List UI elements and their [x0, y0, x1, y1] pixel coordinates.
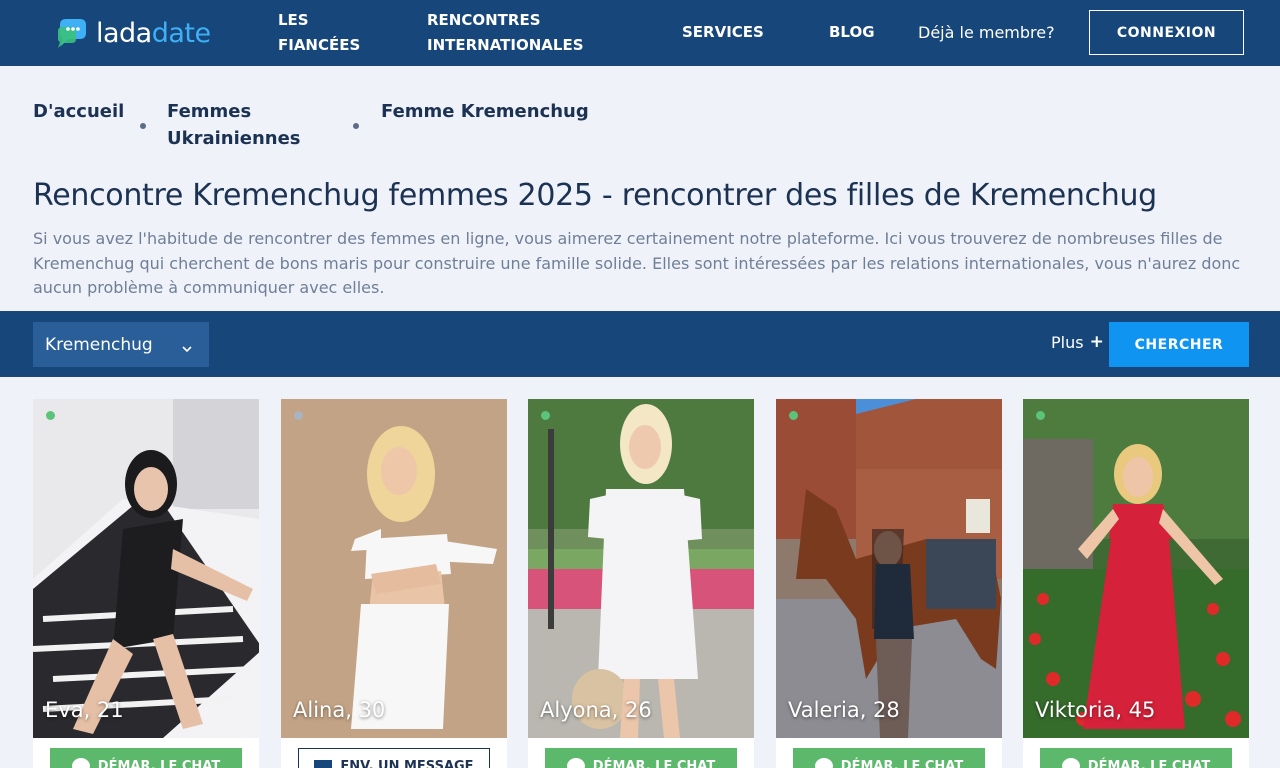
- chat-bubble-icon: [566, 758, 585, 768]
- envelope-icon: [314, 759, 333, 768]
- chat-bubble-icon: [814, 758, 833, 768]
- chat-logo-icon: [56, 17, 88, 49]
- nav-blog[interactable]: BLOG: [829, 20, 875, 45]
- profile-photo[interactable]: Alyona, 26: [528, 399, 754, 738]
- logo[interactable]: ladadate: [56, 14, 211, 52]
- breadcrumb-home[interactable]: D'accueil: [33, 98, 124, 125]
- breadcrumb-separator: [353, 123, 359, 129]
- profile-photo[interactable]: Eva, 21: [33, 399, 259, 738]
- logo-text-part1: lada: [96, 17, 152, 49]
- breadcrumb-separator: [140, 123, 146, 129]
- chat-bubble-icon: [1061, 758, 1080, 768]
- nav-services[interactable]: SERVICES: [682, 20, 764, 45]
- login-button[interactable]: CONNEXION: [1089, 10, 1244, 55]
- online-status-dot: [1036, 411, 1045, 420]
- nav-rencontres-internationales[interactable]: RENCONTRES INTERNATIONALES: [427, 8, 627, 58]
- profile-photo[interactable]: Viktoria, 45: [1023, 399, 1249, 738]
- site-header: ladadate LES FIANCÉES RENCONTRES INTERNA…: [0, 0, 1280, 66]
- breadcrumb-current: Femme Kremenchug: [381, 101, 589, 122]
- online-status-dot: [541, 411, 550, 420]
- chat-bubble-icon: [71, 758, 90, 768]
- profile-photo[interactable]: Alina, 30: [281, 399, 507, 738]
- start-chat-label: DÉMAR. LE CHAT: [840, 758, 964, 768]
- more-filters-label: Plus: [1051, 332, 1084, 352]
- page-description: Si vous avez l'habitude de rencontrer de…: [33, 229, 1241, 297]
- profile-name: Alina, 30: [293, 698, 386, 722]
- chevron-down-icon: [182, 338, 192, 358]
- profile-name: Viktoria, 45: [1035, 698, 1156, 722]
- member-text: Déjà le membre?: [918, 23, 1055, 42]
- logo-text: ladadate: [96, 18, 211, 49]
- page-title: Rencontre Kremenchug femmes 2025 - renco…: [33, 178, 1157, 213]
- profile-name: Eva, 21: [45, 698, 124, 722]
- nav-les-fiancees[interactable]: LES FIANCÉES: [278, 8, 388, 58]
- online-status-dot: [46, 411, 55, 420]
- profile-card[interactable]: Alina, 30 ENV. UN MESSAGE: [281, 399, 507, 768]
- profile-photo[interactable]: Valeria, 28: [776, 399, 1002, 738]
- offline-status-dot: [294, 411, 303, 420]
- profile-card[interactable]: Eva, 21 DÉMAR. LE CHAT: [33, 399, 259, 768]
- send-message-label: ENV. UN MESSAGE: [340, 758, 474, 768]
- breadcrumb-ukrainian-women[interactable]: Femmes Ukrainiennes: [167, 98, 317, 152]
- more-filters-link[interactable]: Plus +: [1051, 332, 1104, 352]
- start-chat-label: DÉMAR. LE CHAT: [97, 758, 221, 768]
- profile-card[interactable]: Valeria, 28 DÉMAR. LE CHAT: [776, 399, 1002, 768]
- profile-name: Alyona, 26: [540, 698, 652, 722]
- filter-bar: Kremenchug Plus + CHERCHER: [0, 311, 1280, 377]
- city-select-value: Kremenchug: [45, 334, 153, 355]
- start-chat-label: DÉMAR. LE CHAT: [592, 758, 716, 768]
- search-button[interactable]: CHERCHER: [1109, 322, 1249, 367]
- profile-card[interactable]: Alyona, 26 DÉMAR. LE CHAT: [528, 399, 754, 768]
- plus-icon: +: [1089, 332, 1104, 352]
- city-select[interactable]: Kremenchug: [33, 322, 209, 367]
- profile-name: Valeria, 28: [788, 698, 900, 722]
- profile-card[interactable]: Viktoria, 45 DÉMAR. LE CHAT: [1023, 399, 1249, 768]
- online-status-dot: [789, 411, 798, 420]
- logo-text-part2: date: [151, 17, 211, 49]
- start-chat-label: DÉMAR. LE CHAT: [1087, 758, 1211, 768]
